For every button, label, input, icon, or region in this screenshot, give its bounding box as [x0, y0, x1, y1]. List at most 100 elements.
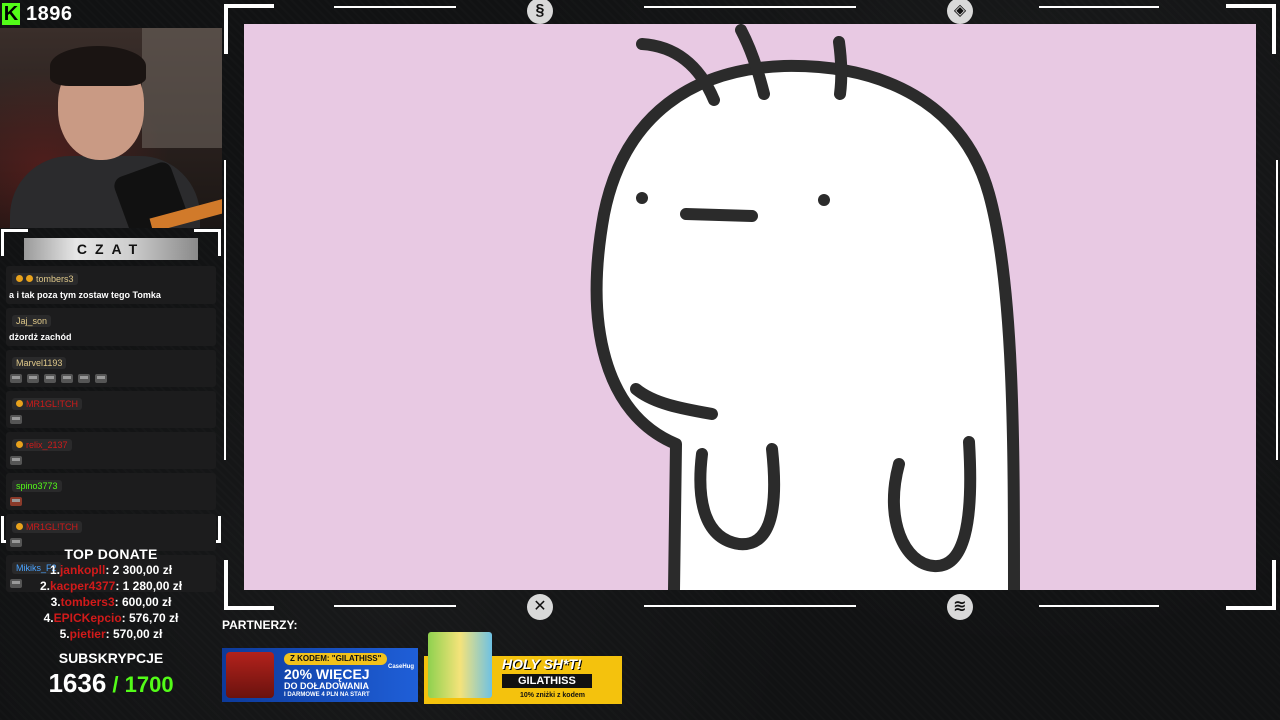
promo-line-small: I DARMOWE 4 PLN NA START [284, 692, 370, 698]
chat-username-text: Jaj_son [16, 316, 48, 326]
chat-username[interactable]: MR1GL!TCH [12, 520, 83, 533]
streamer-hair [50, 46, 146, 86]
character-right-eye [818, 194, 830, 206]
subscriptions-title: SUBSKRYPCJE [58, 650, 164, 666]
ghost-character-drawing [590, 24, 1020, 590]
partners-label: PARTNERZY: [222, 618, 298, 632]
chat-username-text: tombers3 [36, 273, 74, 284]
viewer-count: 1896 [26, 2, 73, 25]
donate-entry: 4.EPICKepcio: 576,70 zł [0, 610, 222, 626]
frame-line [1039, 6, 1159, 8]
chat-emotes [8, 371, 214, 383]
crosshatch-logo-icon: ✕ [527, 594, 553, 620]
frame-line [644, 6, 856, 8]
donor-name: EPICKepcio [53, 611, 122, 625]
donate-amount: : 2 300,00 zł [105, 563, 173, 577]
chat-emotes [8, 412, 214, 424]
chat-emotes [8, 494, 214, 506]
character-mouth [680, 208, 758, 222]
donate-entry: 5.pietier: 570,00 zł [0, 626, 222, 642]
ad-discount-note: 10% zniżki z kodem [520, 692, 585, 699]
top-donate-panel: TOP DONATE 1.jankopll: 2 300,00 zł 2.kacp… [0, 544, 222, 699]
swirl-logo-icon: § [527, 0, 553, 24]
emote-icon [10, 415, 22, 424]
donate-rank: 4. [43, 611, 54, 625]
chat-emotes [8, 453, 214, 465]
streamer-webcam [0, 28, 222, 228]
frame-line [1276, 160, 1278, 460]
frame-line [1039, 605, 1159, 607]
ad-promo-code: GILATHISS [502, 674, 592, 688]
frame-corner [194, 229, 221, 256]
promo-code-pill: Z KODEM: "GILATHISS" [284, 653, 388, 665]
donate-entry: 3.tombers3: 600,00 zł [0, 594, 222, 610]
frame-line [644, 605, 856, 607]
subscriptions-target: / 1700 [106, 672, 174, 697]
donate-rank: 1. [49, 563, 60, 577]
viewer-counter: K 1896 [0, 0, 224, 28]
subscriptions-current: 1636 [48, 668, 107, 698]
donate-rank: 5. [59, 627, 70, 641]
subscriber-badge-icon [16, 275, 23, 282]
donate-amount: : 576,70 zł [121, 611, 179, 625]
subscriptions-goal: 1636 / 1700 [0, 668, 222, 699]
chat-panel: CZAT tombers3 a i tak poza tym zostaw teg… [0, 228, 222, 592]
chat-message: Marvel1193 [6, 350, 216, 387]
donor-name: tombers3 [60, 595, 115, 609]
chat-username[interactable]: MR1GL!TCH [12, 397, 83, 410]
emote-icon [27, 374, 39, 383]
chat-username[interactable]: Marvel1193 [12, 357, 67, 369]
emote-icon [78, 374, 90, 383]
character-body [590, 59, 1020, 590]
ad-headline: HOLY SH*T! [502, 656, 582, 672]
chat-username-text: Marvel1193 [16, 358, 63, 368]
donate-amount: : 1 280,00 zł [115, 579, 183, 593]
donor-name: jankopll [59, 563, 106, 577]
promo-line: DO DOŁADOWANIA [284, 681, 369, 691]
chat-message: spino3773 [6, 473, 216, 510]
top-donate-list: 1.jankopll: 2 300,00 zł 2.kacper4377: 1 2… [0, 562, 222, 642]
emote-icon [10, 456, 22, 465]
emote-icon [10, 497, 22, 506]
casehug-ad-banner[interactable]: Z KODEM: "GILATHISS" 20% WIĘCEJ DO DOŁAD… [222, 648, 418, 702]
frame-line [334, 605, 456, 607]
kick-logo-icon: K [2, 3, 20, 25]
chat-username-text: relix_2137 [26, 439, 68, 450]
top-donate-title: TOP DONATE [64, 546, 158, 562]
game-capture-frame: § ◈ ✕ ≋ [224, 0, 1280, 620]
chat-header: CZAT [24, 238, 198, 260]
donate-entry: 1.jankopll: 2 300,00 zł [0, 562, 222, 578]
promo-percent: 20% WIĘCEJ [284, 666, 370, 682]
emote-icon [10, 374, 22, 383]
chat-message: tombers3 a i tak poza tym zostaw tego Tom… [6, 266, 216, 304]
chat-username[interactable]: tombers3 [12, 272, 78, 285]
chat-message: Jaj_son dżordż zachód [6, 308, 216, 346]
chat-username-text: spino3773 [16, 481, 58, 491]
donate-amount: : 570,00 zł [105, 627, 163, 641]
chat-username-text: MR1GL!TCH [26, 521, 79, 532]
character-left-eye [636, 192, 648, 204]
subscriber-badge-icon [16, 441, 23, 448]
holy-ad-banner[interactable]: HOLY SH*T! GILATHISS 10% zniżki z kodem [424, 632, 622, 704]
product-cans-image [428, 632, 492, 698]
chat-message: MR1GL!TCH [6, 391, 216, 428]
chat-username[interactable]: relix_2137 [12, 438, 72, 451]
donate-amount: : 600,00 zł [114, 595, 172, 609]
chat-username[interactable]: spino3773 [12, 480, 62, 492]
chat-username-text: MR1GL!TCH [26, 398, 79, 409]
donate-rank: 3. [50, 595, 61, 609]
chat-message-text: dżordż zachód [9, 332, 72, 342]
compass-logo-icon: ◈ [947, 0, 973, 24]
donor-name: pietier [69, 627, 106, 641]
wave-logo-icon: ≋ [947, 594, 973, 620]
emote-icon [61, 374, 73, 383]
subscriber-badge-icon [16, 400, 23, 407]
character-hair [833, 36, 848, 100]
donate-rank: 2. [39, 579, 50, 593]
webcam-background-wall [142, 28, 222, 148]
chat-username[interactable]: Jaj_son [12, 315, 52, 327]
subscriber-badge-icon [16, 523, 23, 530]
frame-line [224, 160, 226, 460]
frame-line [334, 6, 456, 8]
game-screen [244, 24, 1256, 590]
